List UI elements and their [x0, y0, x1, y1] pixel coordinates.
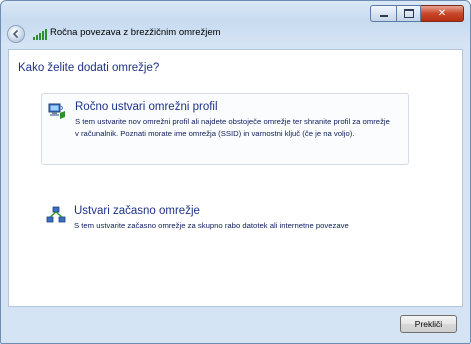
network-pc-icon [48, 103, 65, 119]
page-heading: Kako želite dodati omrežje? [18, 62, 160, 74]
wizard-window: ✕ Ročna povezava z brezžičnim omrežjem K… [0, 0, 471, 344]
back-button[interactable] [7, 25, 25, 43]
option-description: S tem ustvarite začasno omrežje za skupn… [74, 221, 349, 230]
back-arrow-icon [12, 29, 19, 39]
close-icon: ✕ [437, 7, 447, 19]
minimize-button[interactable] [370, 5, 396, 22]
adhoc-network-icon [46, 206, 66, 223]
maximize-icon [403, 9, 414, 18]
option-title: Ustvari začasno omrežje [74, 205, 200, 217]
close-button[interactable]: ✕ [421, 5, 464, 22]
caption-buttons: ✕ [370, 5, 464, 22]
option-description: S tem ustvarite nov omrežni profil ali n… [75, 117, 390, 138]
content-panel: Kako želite dodati omrežje? Ročno ustvar… [8, 49, 463, 307]
maximize-button[interactable] [396, 5, 421, 22]
wireless-signal-icon [33, 28, 47, 40]
option-title: Ročno ustvari omrežni profil [75, 101, 218, 113]
cancel-button[interactable]: Prekliči [400, 315, 457, 333]
minimize-icon [379, 15, 388, 17]
option-manual-profile[interactable]: Ročno ustvari omrežni profil S tem ustva… [41, 93, 409, 165]
option-adhoc-network[interactable]: Ustvari začasno omrežje S tem ustvarite … [41, 198, 409, 238]
window-title: Ročna povezava z brezžičnim omrežjem [50, 27, 221, 38]
